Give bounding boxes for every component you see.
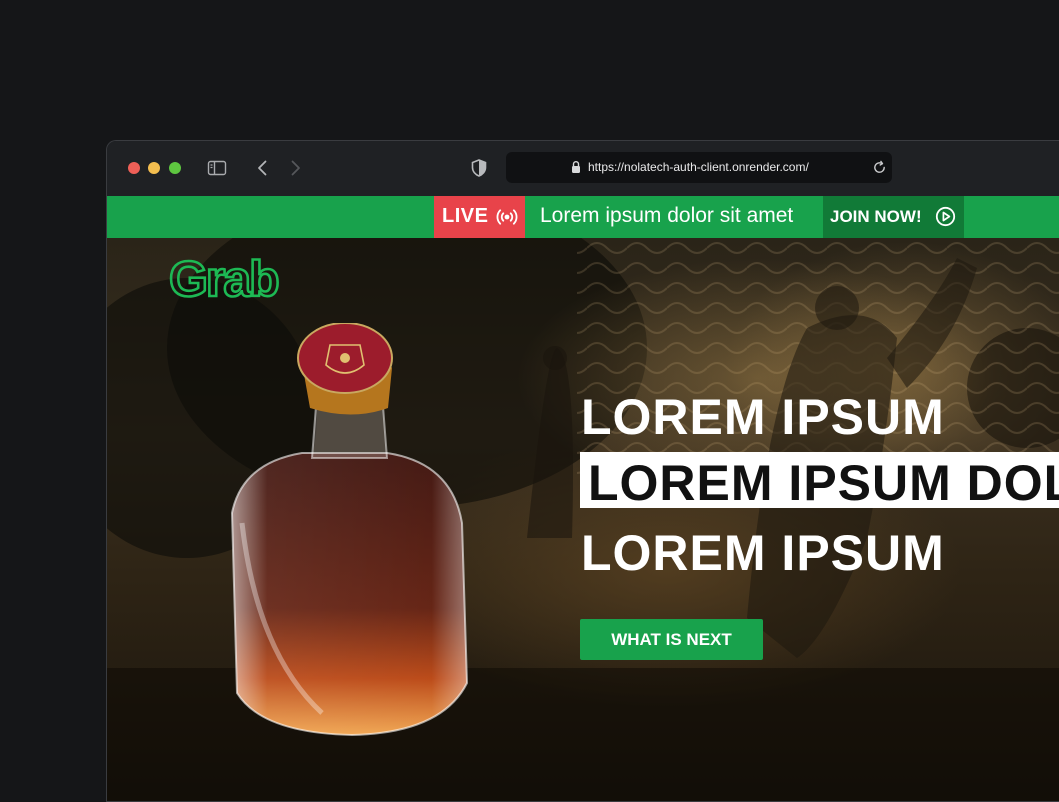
web-page: LIVE Lorem ipsum dolor sit amet JOIN NOW… [107,196,1059,801]
lock-icon [572,161,580,173]
close-window-button[interactable] [128,162,140,174]
banner-message: Lorem ipsum dolor sit amet [540,204,794,227]
reload-icon[interactable] [872,160,887,175]
forward-icon[interactable] [285,158,305,178]
live-banner: LIVE Lorem ipsum dolor sit amet JOIN NOW… [107,196,1059,238]
minimize-window-button[interactable] [148,162,160,174]
headline-highlight-box: LOREM IPSUM DOLOR [580,452,1059,508]
shield-icon[interactable] [469,158,489,178]
broadcast-icon [496,209,518,225]
address-bar[interactable]: https://nolatech-auth-client.onrender.co… [506,152,892,183]
browser-toolbar: https://nolatech-auth-client.onrender.co… [107,141,1059,196]
url-text: https://nolatech-auth-client.onrender.co… [588,160,809,174]
what-is-next-button[interactable]: WHAT IS NEXT [580,619,763,660]
play-circle-icon [935,206,956,227]
svg-text:Grab: Grab [169,251,278,304]
headline-line-3: LOREM IPSUM [581,525,945,581]
sidebar-toggle-icon[interactable] [207,158,227,178]
hero-section: Grab LOREM IPSUM LOREM IPSUM DO LOREM IP… [107,238,1059,801]
grab-logo: Grab [168,250,282,304]
join-now-button[interactable]: JOIN NOW! [823,196,964,238]
browser-window: https://nolatech-auth-client.onrender.co… [106,140,1059,802]
live-badge: LIVE [434,196,525,238]
zoom-window-button[interactable] [169,162,181,174]
headline-line-1: LOREM IPSUM [581,389,945,445]
join-now-label: JOIN NOW! [830,207,922,226]
headline-line-2: LOREM IPSUM DOLOR [588,455,1059,508]
back-icon[interactable] [253,158,273,178]
live-label: LIVE [442,205,489,227]
what-is-next-label: WHAT IS NEXT [611,630,732,649]
whisky-bottle-image [230,323,469,737]
